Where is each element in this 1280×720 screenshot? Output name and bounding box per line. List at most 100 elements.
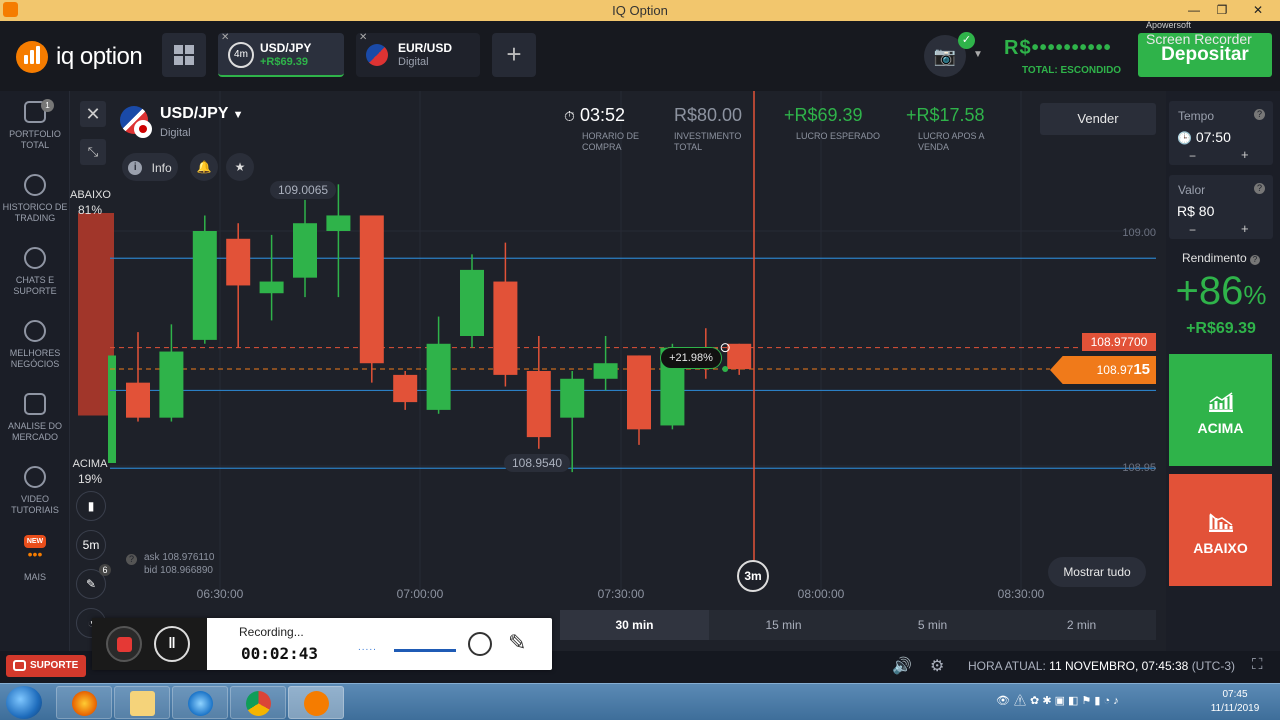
taskbar-clock[interactable]: 07:45 11/11/2019 — [1200, 688, 1270, 716]
candle-body — [159, 351, 184, 418]
start-button[interactable] — [6, 686, 42, 719]
volume-icon[interactable]: 🔊 — [892, 656, 912, 676]
newspaper-icon — [24, 393, 46, 415]
time-decrease-button[interactable]: − — [1189, 149, 1196, 163]
chart-area[interactable]: ✕ ⤡ USD/JPY ▼ Digital i Info 🔔 ★ ABAIXO 8… — [70, 91, 1166, 651]
sidebar-item-label: MELHORES NEGÓCIOS — [9, 348, 61, 369]
bell-icon[interactable]: 🔔 — [190, 153, 218, 181]
taskbar-iq-option[interactable] — [288, 686, 344, 719]
window-title: IQ Option — [612, 3, 668, 18]
timeframe-button[interactable]: 5m — [76, 530, 106, 560]
candle-body — [293, 223, 317, 278]
pause-record-button[interactable]: ‖ — [154, 626, 190, 662]
sidebar-item-label: VIDEO TUTORIAIS — [11, 494, 59, 515]
taskbar-explorer[interactable] — [114, 686, 170, 719]
help-icon[interactable]: ? — [1250, 255, 1261, 265]
stat-investment: R$80.00 INVESTIMENTO TOTAL — [674, 105, 743, 152]
play-icon — [24, 466, 46, 488]
check-icon: ✓ — [958, 32, 975, 49]
chat-icon — [24, 247, 46, 269]
sidebar-item-portfolio[interactable]: 1 PORTFOLIO TOTAL — [0, 99, 70, 151]
amount-input[interactable]: R$ 80 — [1177, 203, 1214, 219]
fullscreen-icon[interactable]: ⛶ — [1252, 656, 1263, 673]
iq-option-icon — [304, 691, 329, 716]
chrome-icon — [246, 691, 271, 716]
taskbar-firefox[interactable] — [56, 686, 112, 719]
put-down-button[interactable]: ABAIXO — [1169, 474, 1272, 586]
volume-slider[interactable] — [394, 649, 456, 652]
tab-usd-jpy[interactable]: ✕ 4m USD/JPY +R$69.39 — [218, 32, 344, 77]
call-up-button[interactable]: ACIMA — [1169, 354, 1272, 466]
recorder-watermark: Apowersoft Screen Recorder — [1112, 18, 1280, 47]
chart-up-icon — [1208, 392, 1233, 412]
iq-option-logo[interactable]: iq option — [16, 41, 143, 73]
star-icon[interactable]: ★ — [226, 153, 254, 181]
asset-name[interactable]: USD/JPY ▼ — [160, 105, 244, 123]
draw-tool-button[interactable]: ✎ 6 — [76, 564, 111, 599]
candle-type-button[interactable]: ▮ — [76, 491, 106, 521]
history-icon — [24, 174, 46, 196]
tab-eur-usd[interactable]: ✕ EUR/USD Digital — [356, 32, 480, 77]
help-icon[interactable]: ? — [1254, 109, 1265, 120]
clock-icon: 🕒 — [1177, 131, 1192, 145]
help-icon[interactable]: ? — [126, 554, 137, 565]
x-axis-label: 07:30:00 — [597, 587, 645, 601]
sidebar-item-history[interactable]: HISTORICO DE TRADING — [0, 174, 70, 224]
candle-body — [526, 371, 551, 438]
webcam-icon[interactable] — [468, 632, 492, 656]
tab-close-icon[interactable]: ✕ — [221, 32, 229, 43]
show-all-button[interactable]: Mostrar tudo — [1048, 557, 1146, 587]
chevron-down-icon[interactable]: ▼ — [973, 49, 983, 60]
watermark-line2: Screen Recorder — [1146, 31, 1252, 47]
taskbar-ie[interactable] — [172, 686, 228, 719]
sidebar-item-video-tutorials[interactable]: VIDEO TUTORIAIS — [0, 466, 70, 516]
candle-body — [393, 374, 418, 403]
candle-body — [259, 281, 284, 294]
y-axis-label: 109.00 — [1122, 227, 1156, 239]
audio-wave: ..... — [358, 642, 377, 653]
tab-name: USD/JPY — [260, 41, 312, 55]
asset-type: Digital — [160, 127, 191, 139]
timer-icon: ⏱ — [564, 108, 575, 124]
system-tray[interactable]: 👁 ⚠ ✿ ✱ ▣ ◧ ⚑ ▮ ◔ ♪ — [996, 694, 1192, 710]
sidebar-item-more[interactable]: NEW ••• MAIS — [0, 535, 70, 583]
time-increase-button[interactable]: + — [1241, 147, 1249, 162]
collapse-icon[interactable]: ⤡ — [80, 139, 106, 165]
candle-body — [359, 215, 384, 364]
info-button[interactable]: i Info — [122, 153, 178, 181]
x-axis-label: 06:30:00 — [196, 587, 244, 601]
expiry-marker[interactable]: 3m — [737, 560, 769, 592]
amount-decrease-button[interactable]: − — [1189, 223, 1196, 237]
amount-increase-button[interactable]: + — [1241, 221, 1249, 236]
add-tab-button[interactable]: + — [492, 33, 536, 77]
tab-close-icon[interactable]: ✕ — [359, 32, 367, 43]
x-axis-label: 07:00:00 — [396, 587, 444, 601]
candle-body — [727, 343, 752, 370]
taskbar-chrome[interactable] — [230, 686, 286, 719]
pen-icon[interactable]: ✎ — [508, 630, 526, 656]
stop-record-button[interactable] — [106, 626, 142, 662]
time-box[interactable]: Tempo ? 🕒 07:50 − + — [1169, 101, 1273, 165]
period-selector: 30 min 15 min 5 min 2 min — [560, 610, 1156, 640]
close-chart-icon[interactable]: ✕ — [80, 101, 106, 127]
support-button[interactable]: SUPORTE — [6, 655, 86, 677]
asset-grid-button[interactable] — [162, 33, 206, 77]
left-sidebar: 1 PORTFOLIO TOTAL HISTORICO DE TRADING C… — [0, 91, 70, 651]
period-5min[interactable]: 5 min — [858, 610, 1007, 640]
sidebar-item-market-analysis[interactable]: ANALISE DO MERCADO — [0, 393, 70, 443]
period-2min[interactable]: 2 min — [1007, 610, 1156, 640]
sidebar-item-chats[interactable]: CHATS E SUPORTE — [0, 247, 70, 297]
trophy-icon — [24, 320, 46, 342]
help-icon[interactable]: ? — [1254, 183, 1265, 194]
period-15min[interactable]: 15 min — [709, 610, 858, 640]
account-balance[interactable]: R$•••••••••• — [1004, 37, 1112, 60]
profit-percent-tag: +21.98% — [660, 347, 722, 369]
sidebar-item-best-deals[interactable]: MELHORES NEGÓCIOS — [0, 320, 70, 370]
stat-expected-profit: +R$69.39 LUCRO ESPERADO — [784, 105, 881, 141]
time-value[interactable]: 🕒 07:50 — [1177, 129, 1231, 145]
settings-gear-icon[interactable]: ⚙ — [930, 656, 944, 676]
sell-button[interactable]: Vender — [1040, 103, 1156, 135]
sidebar-item-label: HISTORICO DE TRADING — [2, 202, 68, 223]
period-30min[interactable]: 30 min — [560, 610, 709, 640]
amount-box[interactable]: Valor ? R$ 80 − + — [1169, 175, 1273, 239]
